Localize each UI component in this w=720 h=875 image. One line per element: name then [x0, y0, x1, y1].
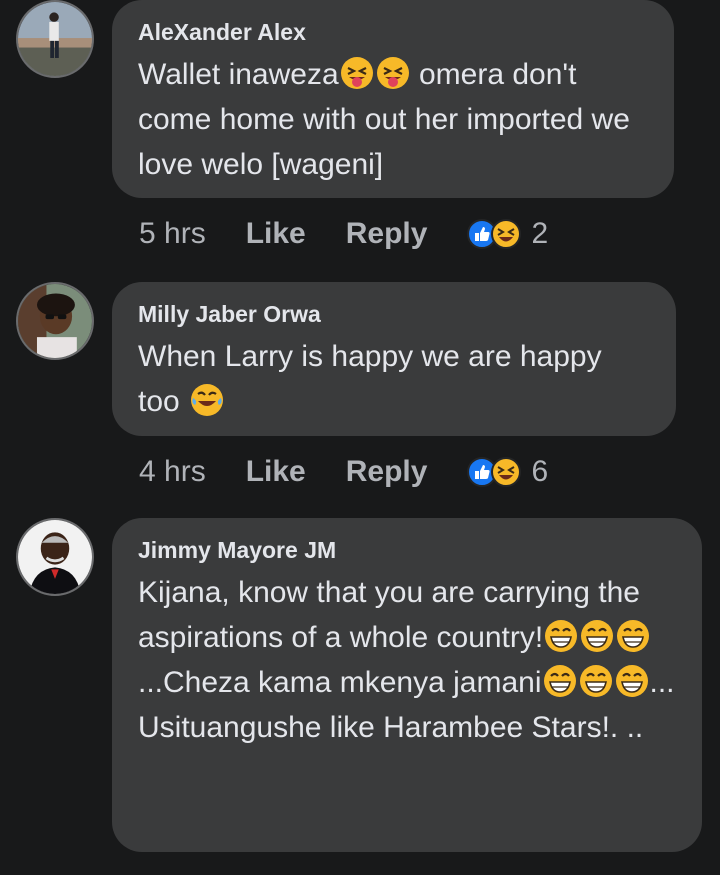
reply-button[interactable]: Reply: [346, 455, 428, 489]
comment-text: When Larry is happy we are happy too: [138, 340, 602, 418]
reaction-count: 2: [531, 217, 549, 250]
reactions-summary[interactable]: 6: [467, 455, 548, 489]
reply-button[interactable]: Reply: [346, 217, 428, 251]
tongue-wink-emoji-icon: [340, 56, 374, 90]
grinning-emoji-icon: [544, 619, 578, 653]
avatar[interactable]: [16, 518, 94, 596]
like-button[interactable]: Like: [246, 455, 306, 489]
tongue-wink-emoji-icon: [376, 56, 410, 90]
comment-time[interactable]: 4 hrs: [139, 455, 206, 489]
comment-bubble: Milly Jaber Orwa When Larry is happy we …: [112, 282, 676, 436]
comment-bubble: AleXander Alex Wallet inaweza omera don'…: [112, 0, 674, 198]
grinning-emoji-icon: [580, 619, 614, 653]
laugh-icon: [491, 219, 522, 249]
reactions-summary[interactable]: 2: [467, 217, 548, 251]
avatar[interactable]: [16, 0, 94, 78]
comment-author[interactable]: Jimmy Mayore JM: [138, 536, 676, 564]
tears-of-joy-emoji-icon: [190, 383, 224, 417]
reaction-count: 6: [531, 455, 549, 488]
comment-author[interactable]: Milly Jaber Orwa: [138, 300, 650, 328]
comment-meta: 4 hrs Like Reply 6: [139, 452, 548, 492]
grinning-emoji-icon: [616, 619, 650, 653]
comment-text: Kijana, know that you are carrying the a…: [138, 576, 675, 744]
like-button[interactable]: Like: [246, 217, 306, 251]
grinning-emoji-icon: [579, 664, 613, 698]
grinning-emoji-icon: [615, 664, 649, 698]
comment-meta: 5 hrs Like Reply 2: [139, 214, 548, 254]
avatar[interactable]: [16, 282, 94, 360]
comment-time[interactable]: 5 hrs: [139, 217, 206, 251]
comment-text: Wallet inaweza omera don't come home wit…: [138, 56, 630, 181]
comment-bubble: Jimmy Mayore JM Kijana, know that you ar…: [112, 518, 702, 852]
laugh-icon: [491, 457, 522, 487]
comment-author[interactable]: AleXander Alex: [138, 18, 648, 46]
grinning-emoji-icon: [543, 664, 577, 698]
